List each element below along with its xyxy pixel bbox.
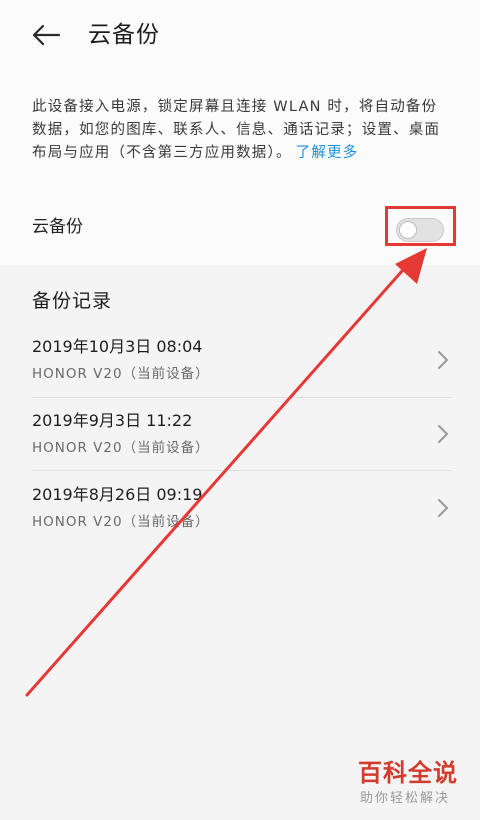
watermark-subtitle: 助你轻松解决: [360, 791, 451, 806]
annotation-arrow: [25, 248, 427, 697]
watermark-logo: 百科全说 助你轻松解决: [352, 758, 472, 814]
watermark-title: 百科全说: [358, 759, 458, 787]
